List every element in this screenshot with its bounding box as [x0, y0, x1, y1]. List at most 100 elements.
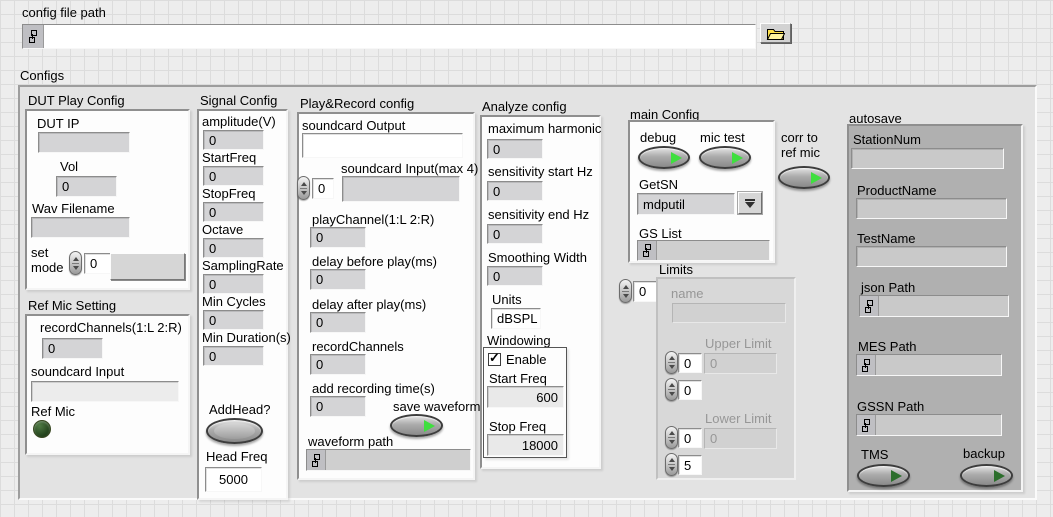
save-waveform-label: save waveform	[393, 399, 480, 414]
soundcard-input-max4-input[interactable]	[342, 176, 460, 202]
gs-list-path-value[interactable]	[657, 241, 769, 260]
json-path-input[interactable]	[859, 295, 1009, 317]
record-channels-input[interactable]: 0	[42, 338, 103, 359]
tms-toggle[interactable]	[857, 464, 910, 487]
ref-mic-led-label: Ref Mic	[31, 404, 75, 419]
addhead-toggle[interactable]	[206, 418, 263, 444]
testname-input[interactable]	[856, 246, 1007, 267]
wav-filename-label: Wav Filename	[32, 201, 115, 216]
getsn-label: GetSN	[639, 177, 678, 192]
lower-limit-index2-spinner[interactable]	[665, 453, 678, 476]
corr-to-ref-mic-label: corr to ref mic	[781, 130, 820, 160]
gssn-path-input[interactable]	[856, 414, 1002, 436]
upper-limit-index1[interactable]: 0	[678, 353, 702, 373]
corr-to-ref-mic-toggle[interactable]	[778, 166, 830, 189]
soundcard-output-label: soundcard Output	[302, 118, 405, 133]
refmic-soundcard-input[interactable]	[31, 381, 179, 402]
mes-path-input[interactable]	[856, 354, 1002, 376]
add-recording-time-input[interactable]: 0	[310, 396, 366, 417]
lower-limit-index1[interactable]: 0	[678, 428, 702, 448]
mic-test-label: mic test	[700, 130, 745, 145]
productname-input[interactable]	[856, 198, 1007, 219]
soundcard-input-index-spinner[interactable]	[297, 176, 310, 200]
lower-limit-index2[interactable]: 5	[678, 455, 702, 475]
upper-limit-index1-spinner[interactable]	[665, 351, 678, 374]
maximum-harmonic-label: maximum harmonic	[488, 121, 601, 136]
delay-before-play-input[interactable]: 0	[310, 269, 366, 290]
windowing-enable-checkbox[interactable]	[488, 353, 501, 366]
stationnum-input[interactable]	[851, 148, 1004, 169]
upper-limit-index2-spinner[interactable]	[665, 378, 678, 401]
gssn-path-label: GSSN Path	[857, 399, 924, 414]
debug-toggle[interactable]	[638, 146, 690, 169]
head-freq-input[interactable]: 5000	[205, 467, 262, 492]
mic-test-toggle[interactable]	[699, 146, 751, 169]
wav-filename-input[interactable]	[31, 217, 130, 238]
min-cycles-input[interactable]: 0	[203, 310, 264, 330]
delay-before-play-label: delay before play(ms)	[312, 254, 437, 269]
min-duration-input[interactable]: 0	[203, 346, 264, 366]
amplitude-input[interactable]: 0	[203, 130, 264, 150]
getsn-dropdown-button[interactable]	[738, 192, 762, 214]
record-channels-label: recordChannels(1:L 2:R)	[40, 320, 182, 335]
upper-limit-index2[interactable]: 0	[678, 380, 702, 400]
labview-front-panel: config file path Configs DUT Play Config…	[0, 0, 1053, 517]
config-file-path-input[interactable]	[22, 24, 756, 49]
units-input[interactable]: dBSPL	[491, 308, 541, 329]
stationnum-label: StationNum	[853, 132, 921, 147]
gs-list-path-input[interactable]	[637, 240, 770, 261]
upper-limit-label: Upper Limit	[705, 336, 771, 351]
config-file-path-label: config file path	[22, 5, 106, 20]
tms-label: TMS	[861, 447, 888, 462]
vol-label: Vol	[60, 159, 78, 174]
path-glyph-icon	[28, 30, 38, 43]
set-mode-spinner[interactable]	[69, 251, 82, 275]
save-waveform-toggle[interactable]	[390, 414, 443, 437]
lower-limit-index1-spinner[interactable]	[665, 426, 678, 449]
soundcard-input-index[interactable]: 0	[312, 178, 334, 199]
windowing-enable-label: Enable	[506, 352, 546, 367]
ring-dropdown-icon	[745, 199, 755, 208]
recordchannels-label: recordChannels	[312, 339, 404, 354]
windowing-start-freq-label: Start Freq	[489, 371, 547, 386]
samplingrate-input[interactable]: 0	[203, 274, 264, 294]
corr-label-line2: ref mic	[781, 145, 820, 160]
add-recording-time-label: add recording time(s)	[312, 381, 435, 396]
smoothing-width-input[interactable]: 0	[487, 266, 543, 286]
browse-button[interactable]	[760, 23, 791, 43]
gssn-path-value[interactable]	[876, 415, 1001, 435]
mes-path-value[interactable]	[876, 355, 1001, 375]
playchannel-input[interactable]: 0	[310, 227, 366, 248]
waveform-path-label: waveform path	[308, 434, 393, 449]
octave-input[interactable]: 0	[203, 238, 264, 258]
stopfreq-input[interactable]: 0	[203, 202, 264, 222]
config-file-path-value[interactable]	[44, 25, 755, 48]
testname-label: TestName	[857, 231, 916, 246]
startfreq-input[interactable]: 0	[203, 166, 264, 186]
limits-index-spinner[interactable]	[619, 279, 632, 303]
soundcard-output-input[interactable]	[302, 133, 463, 158]
waveform-path-input[interactable]	[306, 449, 471, 471]
sensitivity-start-input[interactable]: 0	[487, 181, 543, 201]
path-type-strip	[857, 415, 876, 435]
dut-ip-input[interactable]	[38, 132, 130, 153]
getsn-dropdown-value[interactable]: mdputil	[637, 193, 735, 215]
backup-toggle[interactable]	[960, 464, 1013, 487]
windowing-title: Windowing	[487, 333, 551, 348]
delay-after-play-input[interactable]: 0	[310, 312, 366, 333]
waveform-path-value[interactable]	[326, 450, 470, 470]
vol-input[interactable]: 0	[56, 176, 117, 197]
sensitivity-end-input[interactable]: 0	[487, 224, 543, 244]
gs-list-label: GS List	[639, 226, 682, 241]
recordchannels-input[interactable]: 0	[310, 354, 366, 375]
set-mode-label-line2: mode	[31, 260, 64, 275]
windowing-start-freq-input[interactable]: 600	[487, 386, 564, 408]
windowing-stop-freq-input[interactable]: 18000	[487, 434, 564, 456]
startfreq-label: StartFreq	[202, 150, 256, 165]
maximum-harmonic-input[interactable]: 0	[487, 139, 543, 159]
path-type-strip	[638, 241, 657, 260]
refmic-soundcard-input-label: soundcard Input	[31, 364, 124, 379]
path-glyph-icon	[861, 359, 871, 372]
smoothing-width-label: Smoothing Width	[488, 250, 587, 265]
json-path-value[interactable]	[879, 296, 1008, 316]
